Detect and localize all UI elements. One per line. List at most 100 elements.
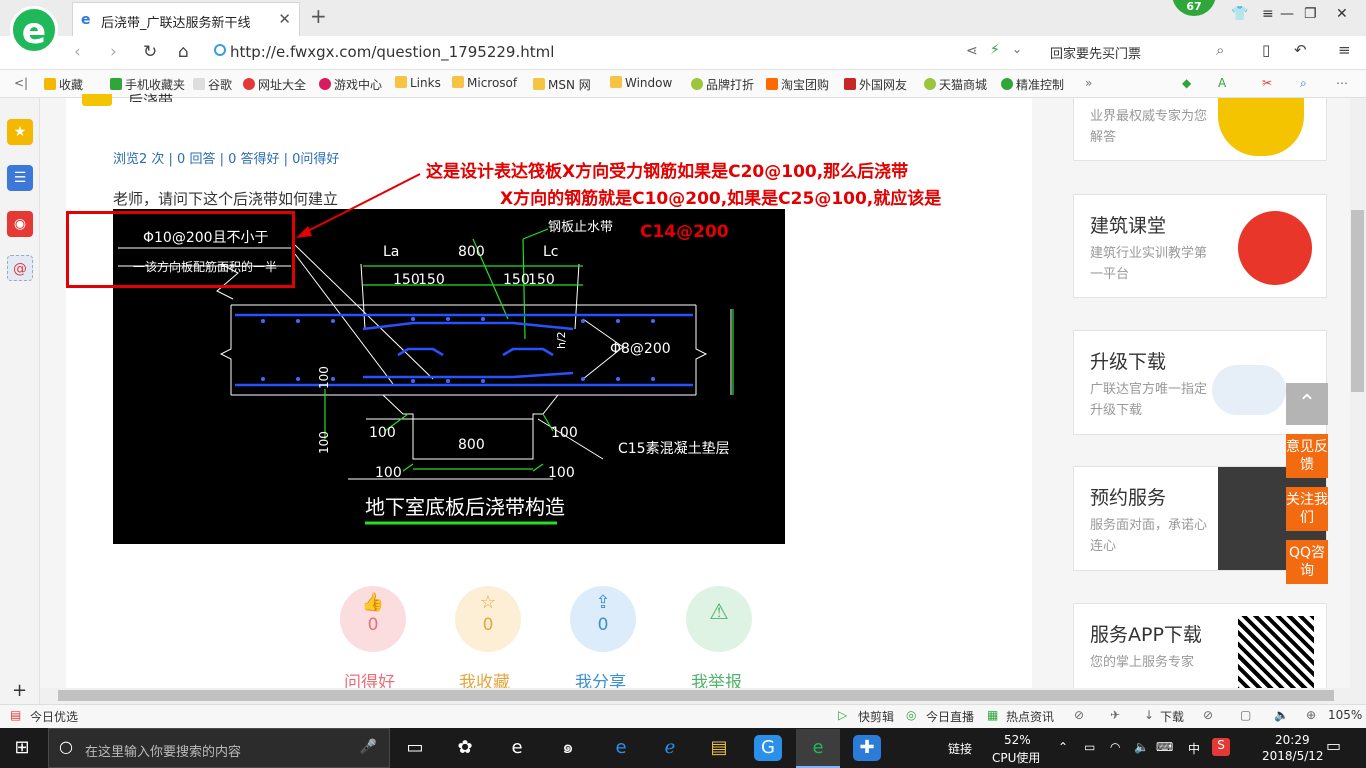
pin-icon[interactable]: ✈ bbox=[1110, 708, 1120, 722]
plus-app-icon[interactable]: ✚ bbox=[853, 735, 881, 761]
notes-icon[interactable]: ☰ bbox=[7, 165, 33, 191]
edge-icon[interactable]: e bbox=[601, 735, 641, 761]
download-link[interactable]: 下载 bbox=[1160, 708, 1184, 725]
menu-icon[interactable]: ≡ bbox=[1338, 41, 1351, 59]
course-card[interactable]: 建筑课堂 建筑行业实训教学第一平台 bbox=[1073, 194, 1327, 298]
tray-expand-icon[interactable]: ⌃ bbox=[1058, 740, 1068, 754]
bookmark-item[interactable]: 精准控制 bbox=[1001, 76, 1064, 93]
lightning-icon[interactable]: ⚡ bbox=[990, 42, 1000, 58]
bookmark-item[interactable]: MSN 网 bbox=[533, 76, 591, 93]
favorite-button[interactable]: ☆ 0 bbox=[455, 586, 521, 652]
browser-e-icon[interactable]: e bbox=[497, 735, 537, 761]
vertical-scroll-thumb[interactable] bbox=[1351, 210, 1364, 392]
zoom-level[interactable]: 105% bbox=[1328, 708, 1362, 722]
speed-icon[interactable]: ⊘ bbox=[1074, 708, 1084, 722]
folder-icon bbox=[452, 76, 464, 88]
back-to-top-icon[interactable]: ⌃ bbox=[1286, 383, 1328, 425]
email-icon[interactable]: @ bbox=[7, 255, 33, 281]
vertical-scrollbar[interactable] bbox=[1350, 98, 1366, 704]
quick-clip-link[interactable]: 快剪辑 bbox=[858, 708, 894, 725]
back-icon[interactable]: ‹ bbox=[74, 42, 81, 62]
browser-2345-icon[interactable]: e bbox=[798, 735, 838, 761]
task-view-icon[interactable]: ▭ bbox=[395, 735, 435, 761]
search-icon[interactable]: ⌕ bbox=[1216, 41, 1224, 59]
hot-news-link[interactable]: 热点资讯 bbox=[1006, 708, 1054, 725]
menu-icon[interactable]: ≡ bbox=[1262, 6, 1274, 22]
restore-button[interactable]: ❐ bbox=[1304, 6, 1317, 22]
sound-icon[interactable]: 🔈 bbox=[1274, 708, 1289, 722]
cortana-icon: ○ bbox=[59, 737, 73, 756]
bookmark-item[interactable]: 外国网友 bbox=[844, 76, 907, 93]
cad-dim-100: 100 bbox=[369, 425, 396, 441]
shield-icon[interactable]: ◆ bbox=[1182, 76, 1191, 90]
microphone-icon[interactable]: 🎤 bbox=[360, 739, 377, 755]
qq-consult-button[interactable]: QQ咨询 bbox=[1286, 540, 1328, 584]
share-icon[interactable]: ⋖ bbox=[966, 43, 978, 59]
browser-logo-icon[interactable]: e bbox=[10, 6, 58, 54]
bookmark-item[interactable]: Links bbox=[395, 76, 441, 90]
like-button[interactable]: 👍 0 bbox=[340, 586, 406, 652]
taskbar-search[interactable]: ○ 在这里输入你要搜索的内容 🎤 bbox=[48, 728, 390, 768]
app-download-card[interactable]: 服务APP下载 您的掌上服务专家 bbox=[1073, 603, 1327, 693]
refresh-icon[interactable]: ↻ bbox=[143, 42, 157, 62]
collapse-icon[interactable]: <| bbox=[14, 76, 28, 90]
more-bookmarks-icon[interactable]: » bbox=[1085, 76, 1092, 90]
skin-icon[interactable]: 👕 bbox=[1231, 6, 1248, 22]
report-button[interactable]: ⚠ bbox=[686, 586, 752, 652]
fan-app-icon[interactable]: ✿ bbox=[445, 735, 485, 761]
bookmark-item[interactable]: Microsof bbox=[452, 76, 517, 90]
url-input[interactable]: http://e.fwxgx.com/question_1795229.html bbox=[230, 43, 554, 61]
live-link[interactable]: 今日直播 bbox=[926, 708, 974, 725]
notification-icon[interactable]: ▭ bbox=[1326, 736, 1341, 755]
weibo-icon[interactable]: ◉ bbox=[7, 211, 33, 237]
volume-icon[interactable]: 🔈 bbox=[1134, 740, 1149, 754]
file-explorer-icon[interactable]: ▤ bbox=[699, 735, 739, 761]
bookmark-item[interactable]: 游戏中心 bbox=[319, 76, 382, 93]
bookmark-item[interactable]: 淘宝团购 bbox=[766, 76, 829, 93]
horizontal-scroll-thumb[interactable] bbox=[58, 690, 1334, 701]
home-icon[interactable]: ⌂ bbox=[178, 42, 189, 62]
bookmark-item[interactable]: 品牌打折 bbox=[691, 76, 754, 93]
zoom-icon[interactable]: ⊕ bbox=[1306, 708, 1316, 722]
search-icon[interactable]: ⌕ bbox=[1300, 76, 1307, 91]
translate-icon[interactable]: A bbox=[1218, 76, 1226, 90]
window-icon[interactable]: ▢ bbox=[1240, 708, 1251, 722]
bookmark-item[interactable]: 天猫商城 bbox=[924, 76, 987, 93]
clock-time[interactable]: 20:29 bbox=[1275, 733, 1310, 747]
forward-icon[interactable]: › bbox=[110, 42, 117, 62]
sogou-icon[interactable]: S bbox=[1212, 738, 1230, 756]
browser-tab[interactable]: e 后浇带_广联达服务新干线 ✕ bbox=[72, 2, 300, 36]
windows-start-icon[interactable]: ⊞ bbox=[2, 735, 42, 761]
undo-icon[interactable]: ↶ bbox=[1294, 41, 1307, 59]
swirl-app-icon[interactable]: ๑ bbox=[548, 735, 588, 761]
keyboard-icon[interactable]: ⌨ bbox=[1156, 740, 1173, 754]
bookmark-item[interactable]: Window bbox=[610, 76, 672, 90]
scissors-icon[interactable]: ✂ bbox=[1262, 76, 1272, 90]
add-sidebar-icon[interactable]: + bbox=[12, 680, 27, 701]
chat-tray-icon[interactable]: ▭ bbox=[1084, 740, 1095, 754]
more-icon[interactable]: ⋯ bbox=[1336, 76, 1348, 90]
close-button[interactable]: ✕ bbox=[1336, 6, 1348, 22]
chevron-down-icon[interactable]: ⌄ bbox=[1012, 42, 1022, 56]
follow-us-button[interactable]: 关注我们 bbox=[1286, 487, 1328, 531]
expert-card[interactable]: 业界最权威专家为您解答 bbox=[1073, 98, 1327, 161]
mobile-icon[interactable]: ▯ bbox=[1262, 41, 1270, 59]
tab-close-icon[interactable]: ✕ bbox=[278, 10, 291, 28]
clock-date[interactable]: 2018/5/12 bbox=[1262, 749, 1324, 763]
wifi-icon[interactable]: ◠ bbox=[1110, 740, 1120, 754]
search-input[interactable]: 回家要先买门票 bbox=[1050, 43, 1141, 62]
link-label[interactable]: 链接 bbox=[948, 740, 972, 757]
bookmark-item[interactable]: 网址大全 bbox=[243, 76, 306, 93]
bookmark-item[interactable]: 收藏 bbox=[44, 76, 83, 93]
ie-icon[interactable]: ℯ bbox=[650, 735, 690, 761]
share-button[interactable]: ⇪ 0 bbox=[570, 586, 636, 652]
minimize-button[interactable]: — bbox=[1280, 6, 1294, 22]
edge-icon[interactable]: ⊘ bbox=[1203, 708, 1213, 722]
ime-label[interactable]: 中 bbox=[1188, 740, 1200, 757]
today-picks-link[interactable]: 今日优选 bbox=[30, 708, 78, 725]
new-tab-button[interactable]: + bbox=[310, 4, 327, 28]
glodon-app-icon[interactable]: G bbox=[754, 735, 782, 761]
favorites-star-icon[interactable]: ★ bbox=[7, 119, 33, 145]
bookmark-item[interactable]: 谷歌 bbox=[193, 76, 232, 93]
feedback-button[interactable]: 意见反馈 bbox=[1286, 434, 1328, 478]
